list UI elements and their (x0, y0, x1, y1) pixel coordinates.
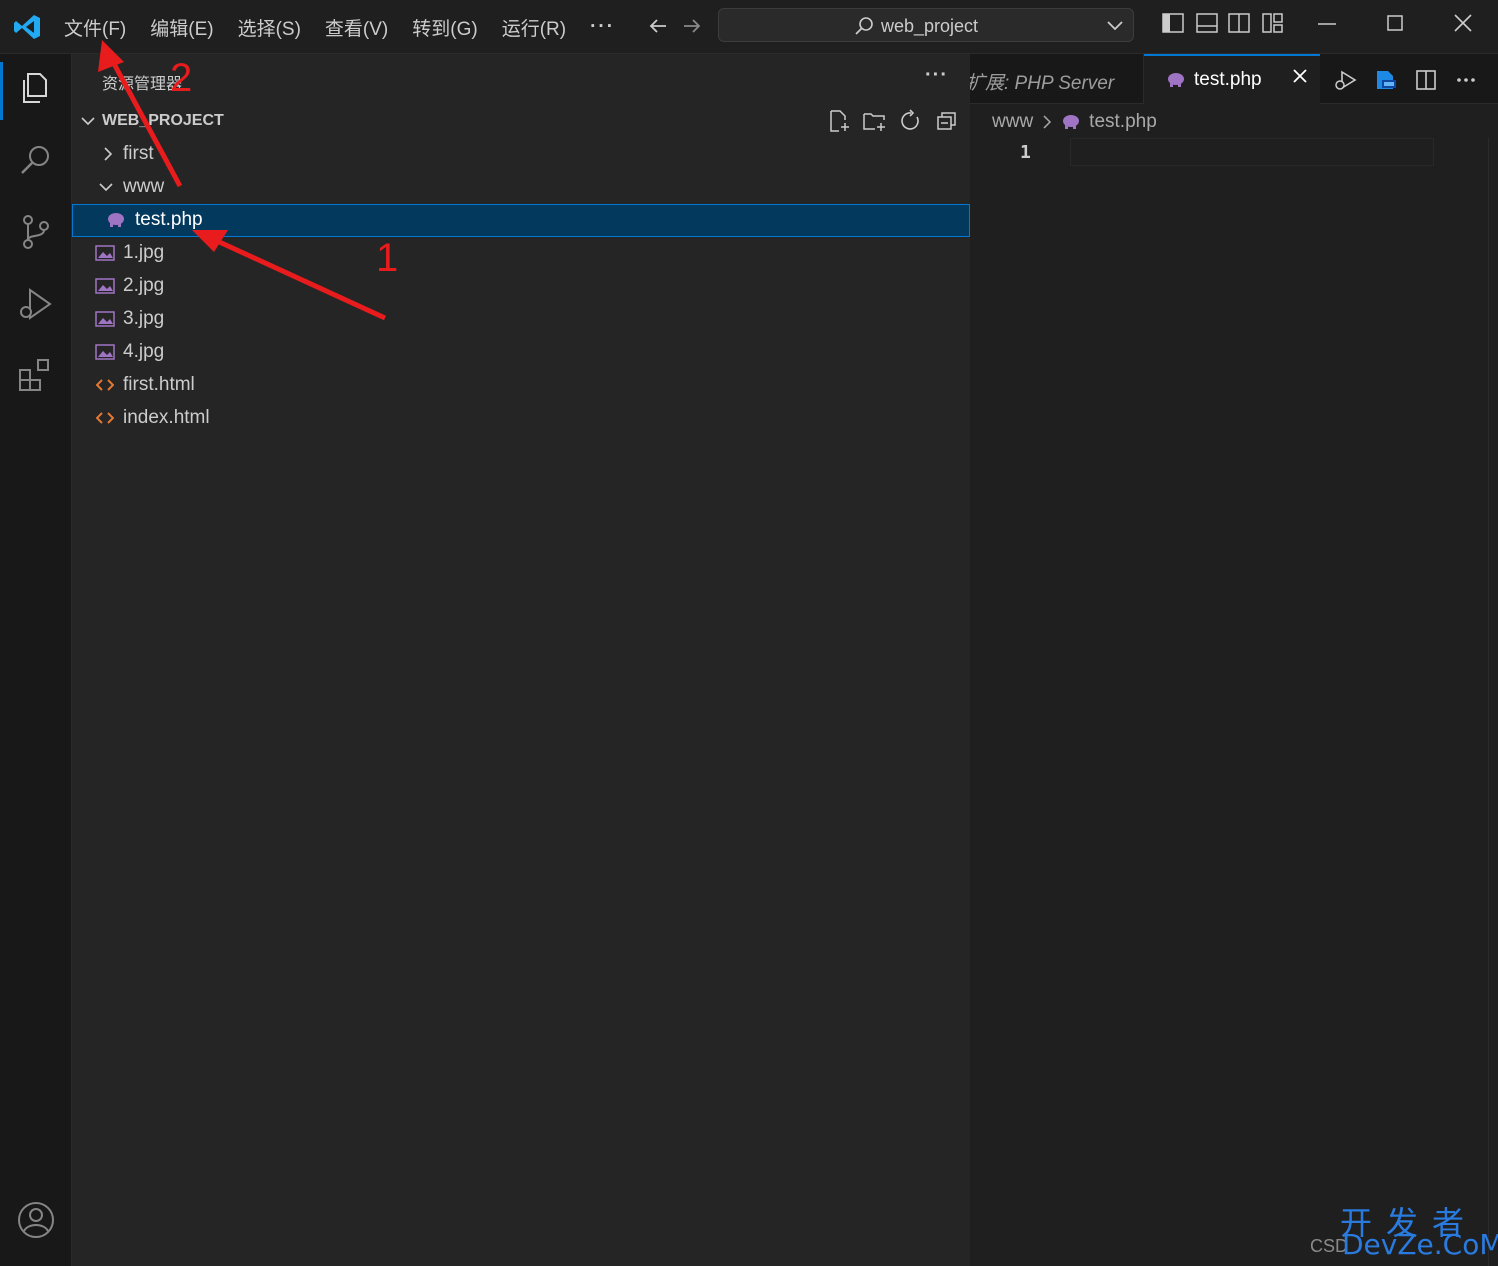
annotation-number-2: 2 (170, 56, 193, 100)
watermark-en: DevZe.CoM (1342, 1228, 1498, 1261)
annotation-number-1: 1 (376, 236, 399, 280)
annotation-arrow-1 (213, 237, 387, 321)
annotation-arrows (98, 40, 387, 321)
annotation-arrowhead-2 (98, 40, 124, 72)
